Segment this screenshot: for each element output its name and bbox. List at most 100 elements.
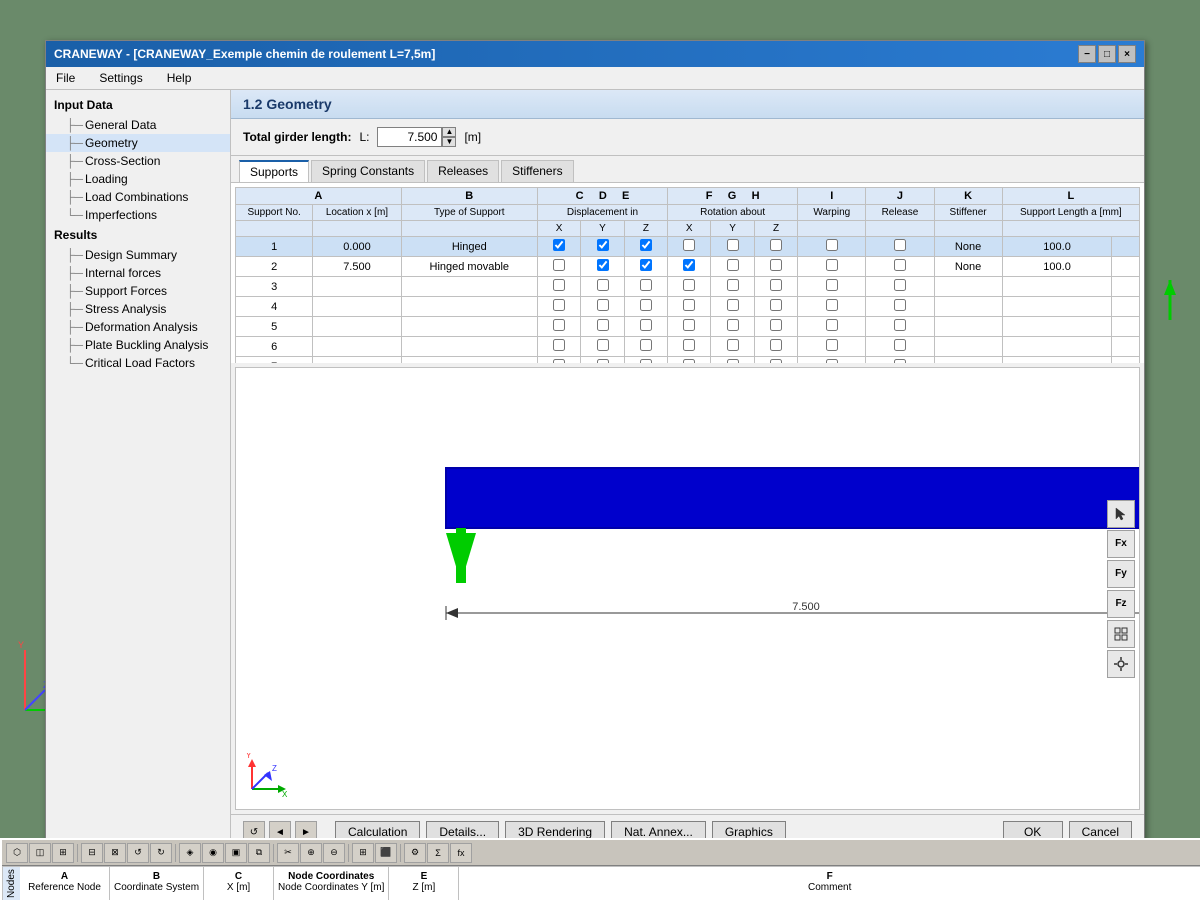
sidebar-item-load-combinations[interactable]: ├─Load Combinations (46, 188, 230, 206)
tab-spring-constants[interactable]: Spring Constants (311, 160, 425, 182)
separator-1 (77, 844, 78, 862)
table-row[interactable]: 27.500Hinged movableNone100.0 (236, 257, 1140, 277)
taskbar-btn-11[interactable]: ⧉ (248, 843, 270, 863)
col-f-header-tb: F (827, 871, 833, 882)
menu-settings[interactable]: Settings (93, 69, 148, 87)
taskbar-btn-12[interactable]: ✂ (277, 843, 299, 863)
taskbar-btn-3[interactable]: ⊞ (52, 843, 74, 863)
taskbar-btn-14[interactable]: ⊖ (323, 843, 345, 863)
girder-value-input[interactable] (377, 127, 442, 147)
sub-y1-header: Y (581, 221, 624, 237)
taskbar-btn-15[interactable]: ⊞ (352, 843, 374, 863)
beam-svg: 7.500 (236, 368, 1139, 809)
grid-tool-button[interactable] (1107, 620, 1135, 648)
main-area: Input Data ├─General Data ├─Geometry ├─C… (46, 90, 1144, 849)
warping-header: Warping (798, 205, 866, 221)
fy-tool-button[interactable]: Fy (1107, 560, 1135, 588)
table-row[interactable]: 3 (236, 277, 1140, 297)
nodes-label: Nodes (2, 867, 20, 900)
taskbar-btn-7[interactable]: ↻ (150, 843, 172, 863)
sidebar-item-geometry[interactable]: ├─Geometry (46, 134, 230, 152)
sidebar-item-critical-load[interactable]: └─Critical Load Factors (46, 354, 230, 372)
release-header: Release (866, 205, 934, 221)
spin-up-button[interactable]: ▲ (442, 127, 456, 137)
girder-section: Total girder length: L: ▲ ▼ [m] (231, 119, 1144, 156)
taskbar: ⬡ ◫ ⊞ ⊟ ⊠ ↺ ↻ ◈ ◉ ▣ ⧉ ✂ ⊕ ⊖ ⊞ ⬛ ⚙ Σ fx (0, 838, 1200, 900)
sidebar-item-general-data[interactable]: ├─General Data (46, 116, 230, 134)
fx-tool-button[interactable]: Fx (1107, 530, 1135, 558)
menu-file[interactable]: File (50, 69, 81, 87)
sidebar-item-plate-buckling[interactable]: ├─Plate Buckling Analysis (46, 336, 230, 354)
taskbar-btn-5[interactable]: ⊠ (104, 843, 126, 863)
taskbar-btn-8[interactable]: ◈ (179, 843, 201, 863)
title-bar-buttons: − □ × (1078, 45, 1136, 63)
separator-2 (175, 844, 176, 862)
table-row[interactable]: 6 (236, 337, 1140, 357)
sidebar-item-design-summary[interactable]: ├─Design Summary (46, 246, 230, 264)
tab-supports[interactable]: Supports (239, 160, 309, 182)
col-e-header-tb: E (421, 871, 428, 882)
col-a-header-tb: A (61, 871, 68, 882)
col-comment: Comment (808, 882, 851, 893)
taskbar-btn-19[interactable]: fx (450, 843, 472, 863)
separator-5 (400, 844, 401, 862)
close-button[interactable]: × (1118, 45, 1136, 63)
sub-type-header (401, 221, 537, 237)
tabs: Supports Spring Constants Releases Stiff… (231, 156, 1144, 183)
sidebar-item-loading[interactable]: ├─Loading (46, 170, 230, 188)
taskbar-btn-13[interactable]: ⊕ (300, 843, 322, 863)
sub-y2-header: Y (711, 221, 754, 237)
taskbar-btn-10[interactable]: ▣ (225, 843, 247, 863)
fz-tool-button[interactable]: Fz (1107, 590, 1135, 618)
sidebar-item-deformation-analysis[interactable]: ├─Deformation Analysis (46, 318, 230, 336)
sub-stiff-header (934, 221, 1002, 237)
displacement-header: Displacement in (537, 205, 667, 221)
spin-down-button[interactable]: ▼ (442, 137, 456, 147)
taskbar-btn-4[interactable]: ⊟ (81, 843, 103, 863)
table-row[interactable]: 5 (236, 317, 1140, 337)
menu-help[interactable]: Help (161, 69, 198, 87)
minimize-button[interactable]: − (1078, 45, 1096, 63)
sub-len-header (1002, 221, 1139, 237)
taskbar-toolbar: ⬡ ◫ ⊞ ⊟ ⊠ ↺ ↻ ◈ ◉ ▣ ⧉ ✂ ⊕ ⊖ ⊞ ⬛ ⚙ Σ fx (2, 840, 1200, 866)
tab-releases[interactable]: Releases (427, 160, 499, 182)
taskbar-btn-1[interactable]: ⬡ (6, 843, 28, 863)
axis-indicator: Y X Z (244, 753, 289, 801)
taskbar-col-b: B Coordinate System (110, 867, 204, 900)
table-row[interactable]: 10.000HingedNone100.0 (236, 237, 1140, 257)
tab-stiffeners[interactable]: Stiffeners (501, 160, 573, 182)
settings-tool-button[interactable] (1107, 650, 1135, 678)
sidebar-item-cross-section[interactable]: ├─Cross-Section (46, 152, 230, 170)
taskbar-btn-16[interactable]: ⬛ (375, 843, 397, 863)
col-j-header: J (866, 188, 934, 205)
table-row[interactable]: 7 (236, 357, 1140, 364)
col-b-header-tb: B (153, 871, 160, 882)
maximize-button[interactable]: □ (1098, 45, 1116, 63)
girder-unit: [m] (464, 130, 481, 144)
taskbar-btn-17[interactable]: ⚙ (404, 843, 426, 863)
svg-text:7.500: 7.500 (792, 601, 820, 613)
support-no-header: Support No. (236, 205, 313, 221)
taskbar-btn-9[interactable]: ◉ (202, 843, 224, 863)
svg-text:Y: Y (18, 640, 24, 650)
sidebar-results-section: Results (46, 224, 230, 246)
rotation-header: Rotation about (668, 205, 798, 221)
col-l-header: L (1002, 188, 1139, 205)
window-title: CRANEWAY - [CRANEWAY_Exemple chemin de r… (54, 47, 435, 61)
col-ref-node: Reference Node (28, 882, 101, 893)
col-x-m: X [m] (227, 882, 250, 893)
girder-l-label: L: (359, 130, 369, 144)
sidebar-item-stress-analysis[interactable]: ├─Stress Analysis (46, 300, 230, 318)
taskbar-btn-2[interactable]: ◫ (29, 843, 51, 863)
taskbar-btn-18[interactable]: Σ (427, 843, 449, 863)
sidebar-item-internal-forces[interactable]: ├─Internal forces (46, 264, 230, 282)
table-row[interactable]: 4 (236, 297, 1140, 317)
taskbar-btn-6[interactable]: ↺ (127, 843, 149, 863)
cursor-tool-button[interactable] (1107, 500, 1135, 528)
sidebar: Input Data ├─General Data ├─Geometry ├─C… (46, 90, 231, 849)
sidebar-item-imperfections[interactable]: └─Imperfections (46, 206, 230, 224)
taskbar-data-row: Nodes A Reference Node B Coordinate Syst… (2, 866, 1200, 900)
col-z-m: Z [m] (413, 882, 436, 893)
col-y-m: Node Coordinates Y [m] (278, 882, 384, 893)
sidebar-item-support-forces[interactable]: ├─Support Forces (46, 282, 230, 300)
